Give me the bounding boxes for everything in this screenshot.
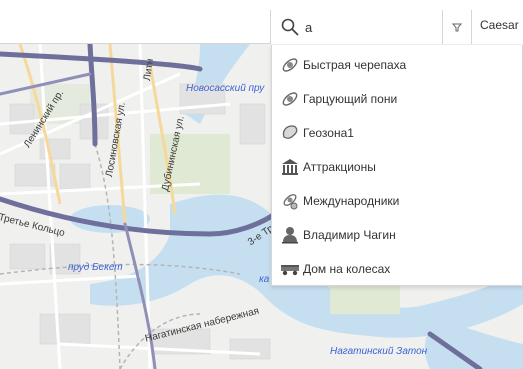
result-label: Дом на колесах	[303, 262, 391, 276]
search-bar: Caesar	[270, 10, 523, 44]
satellite-group-icon	[283, 194, 298, 210]
building-icon	[282, 159, 298, 175]
result-label: Гарцующий пони	[303, 92, 398, 106]
result-item[interactable]: Гарцующий пони	[272, 82, 522, 116]
result-item[interactable]: Геозона1	[272, 116, 522, 150]
map-label: пруд Бекет	[68, 262, 123, 273]
filter-button[interactable]	[442, 10, 472, 44]
result-label: Быстрая черепаха	[303, 58, 407, 72]
result-label: Аттракционы	[303, 160, 376, 174]
result-label: Международники	[303, 194, 400, 208]
search-results-dropdown: Быстрая черепаха Гарцующий пони Геозона1…	[271, 45, 523, 286]
map-label: Новосасский пру	[186, 83, 265, 94]
result-item[interactable]: Дом на колесах	[272, 252, 522, 286]
search-icon[interactable]	[281, 18, 299, 36]
satellite-icon	[282, 92, 298, 106]
result-label: Владимир Чагин	[303, 228, 396, 242]
result-item[interactable]: Аттракционы	[272, 150, 522, 184]
result-item[interactable]: Международники	[272, 184, 522, 218]
map-label: ка	[259, 274, 270, 285]
truck-icon	[281, 265, 299, 276]
account-label[interactable]: Caesar	[480, 18, 519, 32]
map-label: Нагатинский Затон	[330, 346, 428, 357]
result-item[interactable]: Быстрая черепаха	[272, 48, 522, 82]
geofence-icon	[282, 125, 298, 139]
result-label: Геозона1	[303, 126, 354, 140]
result-item[interactable]: Владимир Чагин	[272, 218, 522, 252]
satellite-icon	[282, 58, 298, 72]
filter-icon	[452, 23, 462, 32]
search-input[interactable]	[305, 17, 455, 37]
person-icon	[282, 227, 298, 244]
